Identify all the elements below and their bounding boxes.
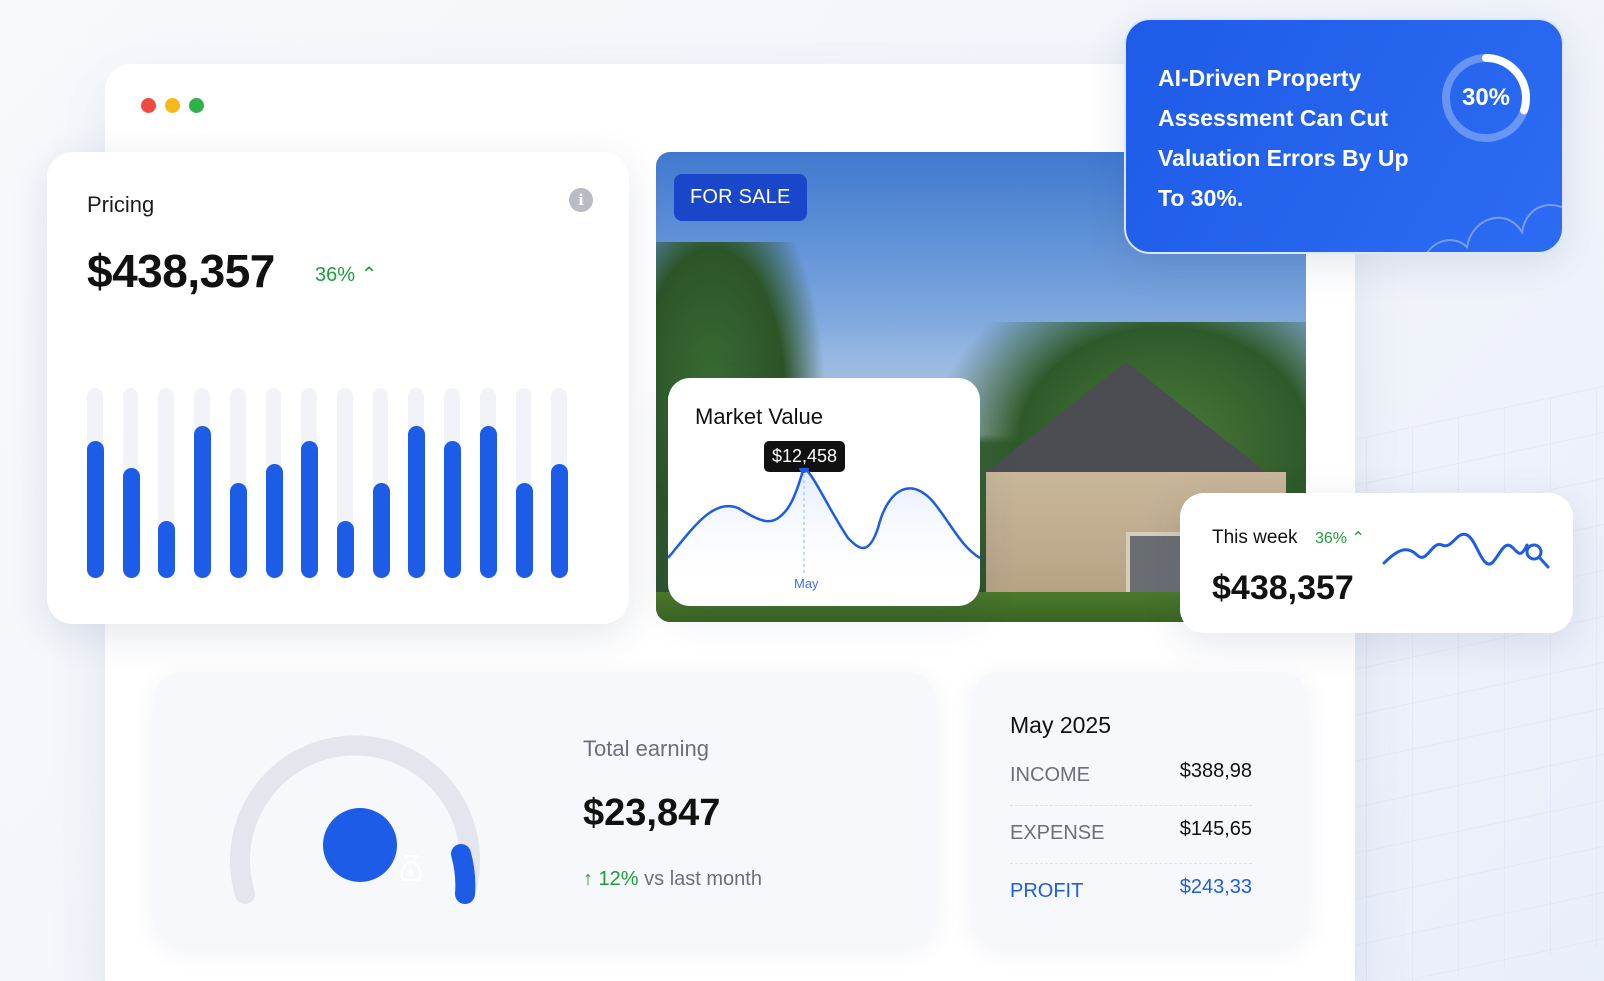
profit-value: $243,33 <box>1179 876 1252 898</box>
bar-12[interactable] <box>479 426 497 578</box>
bar-track-5 <box>229 388 247 578</box>
decorative-cloud <box>1426 204 1562 252</box>
bar-track-3 <box>158 388 176 578</box>
bar-track-2 <box>122 388 140 578</box>
earning-gauge-fill <box>451 844 476 904</box>
bar-track-4 <box>194 388 212 578</box>
week-delta: 36% ⌃ <box>1315 530 1365 547</box>
week-sparkline-line <box>1382 532 1529 566</box>
market-month-label: May <box>794 576 819 591</box>
expense-value: $145,65 <box>1179 818 1252 840</box>
bar-13[interactable] <box>515 483 533 578</box>
bar-5[interactable] <box>229 483 247 578</box>
bar-track-8 <box>337 388 355 578</box>
earning-value: $23,847 <box>583 792 721 834</box>
bar-8[interactable] <box>337 521 355 578</box>
summary-row-expense: EXPENSE $145,65 <box>1010 806 1252 864</box>
bar-3[interactable] <box>158 521 176 578</box>
bar-track-10 <box>408 388 426 578</box>
bar-track-12 <box>479 388 497 578</box>
market-title: Market Value <box>695 404 823 429</box>
bar-11[interactable] <box>444 441 462 578</box>
summary-row-income: INCOME $388,98 <box>1010 748 1252 806</box>
market-area <box>668 468 980 588</box>
bar-track-6 <box>265 388 283 578</box>
summary-row-profit: PROFIT $243,33 <box>1010 864 1252 922</box>
bar-track-9 <box>372 388 390 578</box>
week-value: $438,357 <box>1212 569 1354 607</box>
bar-14[interactable] <box>551 464 569 578</box>
pricing-title: Pricing <box>87 192 155 217</box>
bar-6[interactable] <box>265 464 283 578</box>
ai-insight-text: AI-Driven Property Assessment Can Cut Va… <box>1158 65 1409 211</box>
for-sale-badge: FOR SALE <box>674 174 807 221</box>
info-icon[interactable]: i <box>569 188 593 212</box>
market-value-card: Market Value $12,458 May <box>668 378 980 606</box>
svg-text:$: $ <box>408 868 415 879</box>
expense-label: EXPENSE <box>1010 822 1105 844</box>
income-label: INCOME <box>1010 764 1090 786</box>
bar-track-1 <box>87 388 104 578</box>
week-label: This week <box>1212 527 1298 548</box>
bar-4[interactable] <box>194 426 212 578</box>
window-controls <box>141 98 204 113</box>
earning-trend: ↑ 12% vs last month <box>583 868 762 891</box>
month-summary-card: May 2025 INCOME $388,98 EXPENSE $145,65 … <box>972 672 1308 944</box>
maximize-window-dot[interactable] <box>189 98 204 113</box>
bar-2[interactable] <box>122 468 140 578</box>
pricing-bar-chart <box>87 388 569 578</box>
bar-10[interactable] <box>408 426 426 578</box>
bar-9[interactable] <box>372 483 390 578</box>
profit-label: PROFIT <box>1010 880 1084 902</box>
month-title: May 2025 <box>1010 712 1112 738</box>
pricing-delta: 36% ⌃ <box>315 264 378 286</box>
bar-7[interactable] <box>301 441 319 578</box>
ai-insight-card: AI-Driven Property Assessment Can Cut Va… <box>1124 18 1564 254</box>
minimize-window-dot[interactable] <box>165 98 180 113</box>
bar-1[interactable] <box>87 441 104 578</box>
week-sparkline <box>1382 532 1550 569</box>
total-earning-card: $ Total earning $23,847 ↑ 12% vs last mo… <box>155 672 935 944</box>
earning-trend-value: ↑ 12% <box>583 868 639 890</box>
close-window-dot[interactable] <box>141 98 156 113</box>
earning-trend-text: vs last month <box>638 868 762 890</box>
bar-track-7 <box>301 388 319 578</box>
this-week-card: This week 36% ⌃ $438,357 <box>1180 493 1573 633</box>
market-line-chart <box>668 468 980 588</box>
money-bag-icon: $ <box>323 808 422 882</box>
earning-label: Total earning <box>583 736 709 761</box>
bar-track-13 <box>515 388 533 578</box>
pricing-card: Pricing i $438,357 36% ⌃ <box>47 152 629 624</box>
income-value: $388,98 <box>1179 760 1252 782</box>
pricing-value: $438,357 <box>87 245 275 297</box>
house-roof <box>986 362 1266 472</box>
bar-track-14 <box>551 388 569 578</box>
bar-track-11 <box>444 388 462 578</box>
ai-percent: 30% <box>1461 84 1511 111</box>
